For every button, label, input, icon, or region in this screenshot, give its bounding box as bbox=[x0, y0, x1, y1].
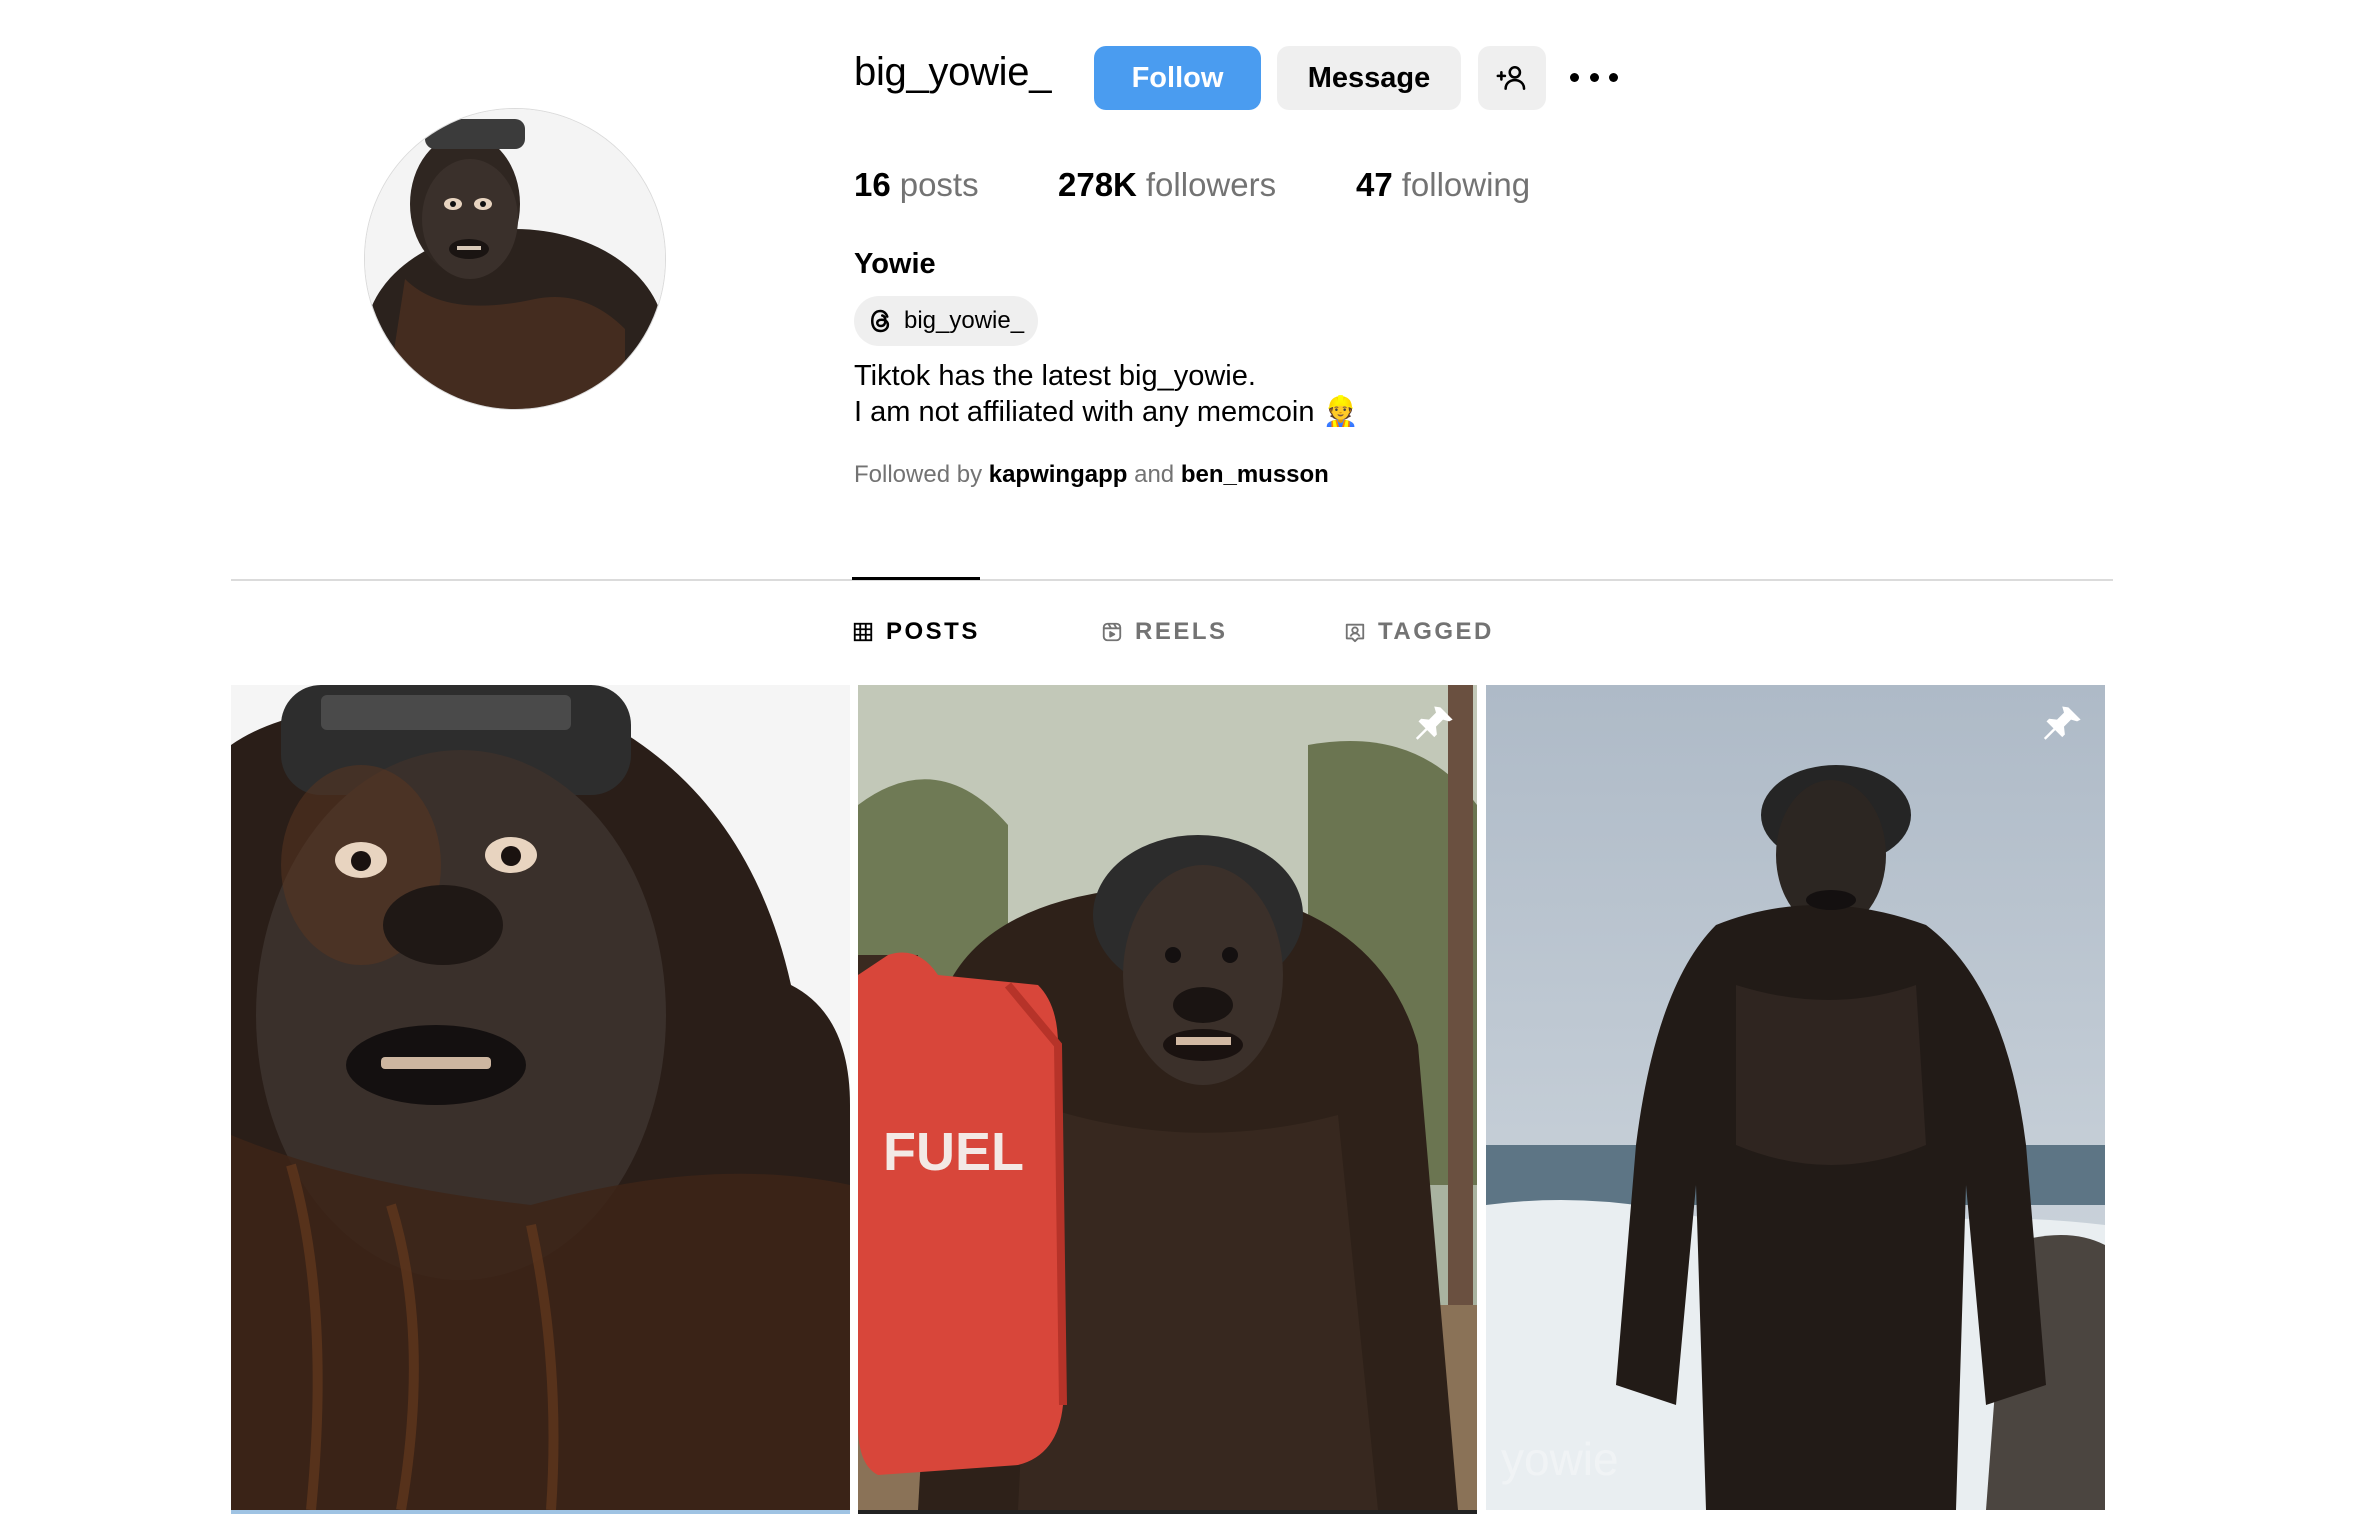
dot bbox=[1609, 72, 1618, 82]
followed-by-and: and bbox=[1134, 461, 1175, 488]
active-tab-indicator bbox=[852, 577, 980, 580]
profile-bio: Tiktok has the latest big_yowie. I am no… bbox=[854, 358, 1359, 430]
tagged-icon bbox=[1345, 623, 1365, 643]
tab-reels[interactable]: REELS bbox=[1101, 618, 1228, 646]
follow-button[interactable]: Follow bbox=[1094, 46, 1261, 110]
followers-count[interactable]: 278K followers bbox=[1058, 166, 1276, 204]
pin-icon bbox=[1415, 703, 1457, 745]
post-thumbnail[interactable]: FUEL bbox=[858, 685, 1477, 1510]
tab-posts[interactable]: POSTS bbox=[852, 618, 980, 646]
followed-by-prefix: Followed by bbox=[854, 461, 983, 488]
following-count-value: 47 bbox=[1356, 166, 1393, 203]
person-plus-icon bbox=[1496, 65, 1526, 90]
reels-icon bbox=[1102, 622, 1122, 642]
post-image bbox=[231, 685, 850, 1510]
post-image: FUEL bbox=[858, 685, 1477, 1510]
profile-full-name: Yowie bbox=[854, 248, 936, 280]
next-row-thumbnail-edge bbox=[231, 1510, 850, 1514]
post-thumbnail[interactable] bbox=[231, 685, 850, 1510]
tab-tagged[interactable]: TAGGED bbox=[1344, 618, 1494, 646]
posts-count: 16 posts bbox=[854, 166, 979, 204]
followed-by-user-1[interactable]: kapwingapp bbox=[989, 461, 1128, 488]
threads-link[interactable]: big_yowie_ bbox=[854, 296, 1039, 346]
followed-by: Followed by kapwingapp and ben_musson bbox=[854, 461, 1329, 489]
followers-count-label: followers bbox=[1145, 166, 1277, 203]
following-count-label: following bbox=[1401, 166, 1531, 203]
tab-posts-label: POSTS bbox=[886, 618, 980, 645]
post-thumbnail[interactable]: yowie bbox=[1486, 685, 2105, 1510]
post-caption-fuel: FUEL bbox=[883, 1122, 1024, 1182]
bio-line-2: I am not affiliated with any memcoin 👷 bbox=[854, 396, 1359, 428]
post-watermark-yowie: yowie bbox=[1501, 1433, 1619, 1485]
profile-avatar[interactable] bbox=[364, 108, 666, 410]
threads-handle: big_yowie_ bbox=[904, 307, 1025, 334]
next-row-thumbnail-edge bbox=[1486, 1510, 2105, 1514]
pin-icon bbox=[2043, 703, 2085, 745]
tab-tagged-label: TAGGED bbox=[1378, 618, 1494, 645]
message-button[interactable]: Message bbox=[1277, 46, 1461, 110]
ellipsis-icon[interactable] bbox=[1570, 62, 1618, 92]
add-user-button[interactable] bbox=[1478, 46, 1546, 110]
followers-count-value: 278K bbox=[1058, 166, 1137, 203]
tabs-divider bbox=[231, 579, 2113, 581]
dot bbox=[1570, 72, 1579, 82]
bio-line-1: Tiktok has the latest big_yowie. bbox=[854, 360, 1256, 392]
tab-reels-label: REELS bbox=[1135, 618, 1228, 645]
post-image: yowie bbox=[1486, 685, 2105, 1510]
profile-username: big_yowie_ bbox=[854, 50, 1052, 94]
followed-by-user-2[interactable]: ben_musson bbox=[1181, 461, 1329, 488]
dot bbox=[1589, 72, 1599, 82]
profile-page: big_yowie_ Follow Message 16 posts 278K … bbox=[0, 0, 2354, 1514]
profile-tabs: POSTS REELS TAGGED bbox=[0, 618, 2354, 650]
posts-count-value: 16 bbox=[854, 166, 891, 203]
avatar-image bbox=[365, 109, 665, 409]
next-row-thumbnail-edge bbox=[858, 1510, 1477, 1514]
threads-icon bbox=[870, 309, 890, 333]
grid-icon bbox=[853, 622, 873, 642]
posts-count-label: posts bbox=[899, 166, 979, 203]
following-count[interactable]: 47 following bbox=[1356, 166, 1530, 204]
